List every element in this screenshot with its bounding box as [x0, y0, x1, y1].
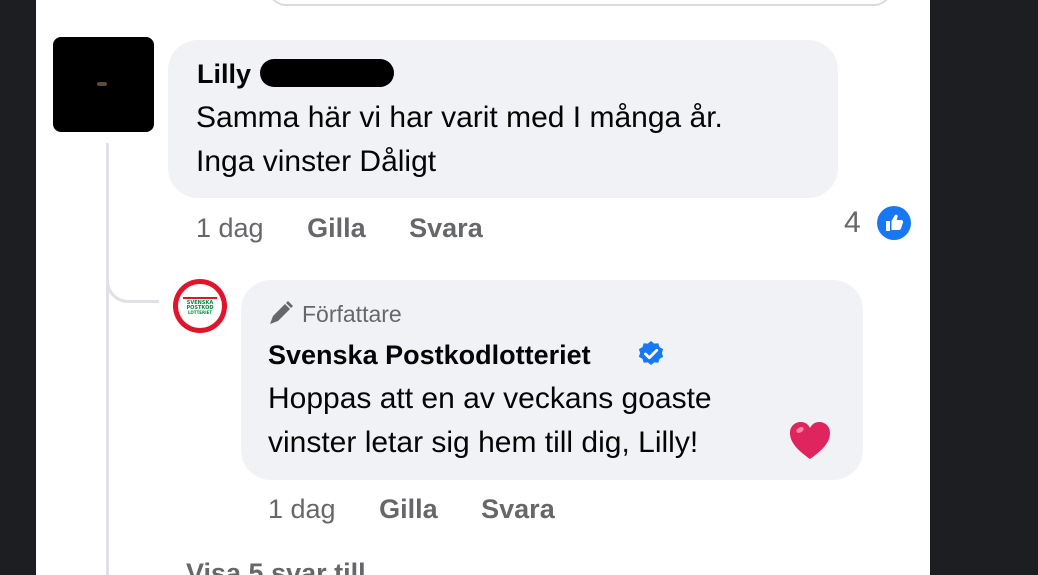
reply-text-line-1: Hoppas att en av veckans goaste	[268, 382, 712, 415]
reply-timestamp[interactable]: 1 dag	[268, 494, 336, 524]
comment-timestamp[interactable]: 1 dag	[196, 213, 264, 243]
reply-author[interactable]: Svenska Postkodlotteriet	[268, 340, 591, 371]
reply-actions: 1 dag Gilla Svara	[268, 494, 555, 525]
verified-badge-icon	[638, 341, 664, 365]
thread-connector	[106, 250, 159, 303]
like-icon[interactable]	[877, 206, 911, 240]
reply-button[interactable]: Svara	[409, 213, 483, 243]
page-avatar[interactable]: SVENSKA POSTKOD LOTTERIET	[173, 279, 227, 333]
avatar[interactable]	[53, 37, 154, 132]
comment-text-line-2: Inga vinster Dåligt	[196, 145, 437, 178]
redacted-name	[260, 59, 394, 87]
comment-actions: 1 dag Gilla Svara	[196, 213, 483, 244]
svg-text:LOTTERIET: LOTTERIET	[188, 310, 212, 315]
view-more-replies-link[interactable]: Visa 5 svar till	[186, 558, 366, 575]
comment-author[interactable]: Lilly	[197, 59, 251, 90]
heart-emoji-icon	[790, 422, 830, 459]
pencil-icon	[270, 301, 293, 324]
author-badge: Författare	[266, 300, 402, 328]
reply-like-button[interactable]: Gilla	[379, 494, 438, 524]
comments-panel: Lilly Samma här vi har varit med I många…	[36, 0, 930, 575]
previous-comment-box	[268, 0, 892, 6]
like-button[interactable]: Gilla	[307, 213, 366, 243]
reply-text-line-2: vinster letar sig hem till dig, Lilly!	[268, 426, 699, 459]
comment-text-line-1: Samma här vi har varit med I många år.	[196, 101, 723, 134]
thread-line	[106, 143, 133, 575]
postkodlotteriet-logo: SVENSKA POSTKOD LOTTERIET	[182, 297, 218, 315]
author-badge-label: Författare	[302, 301, 402, 327]
reply-reply-button[interactable]: Svara	[481, 494, 555, 524]
reaction-count[interactable]: 4	[844, 206, 861, 240]
